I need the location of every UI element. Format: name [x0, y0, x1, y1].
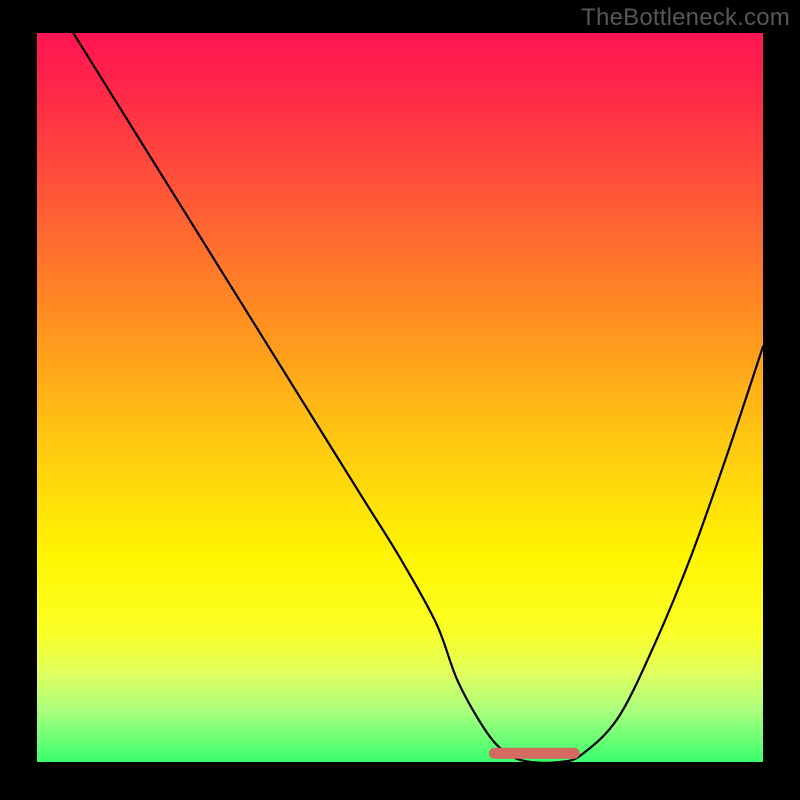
- chart-frame: TheBottleneck.com: [0, 0, 800, 800]
- chart-svg: [37, 33, 763, 762]
- watermark-text: TheBottleneck.com: [581, 4, 790, 32]
- plot-area: [37, 33, 763, 762]
- series-curve: [73, 33, 763, 762]
